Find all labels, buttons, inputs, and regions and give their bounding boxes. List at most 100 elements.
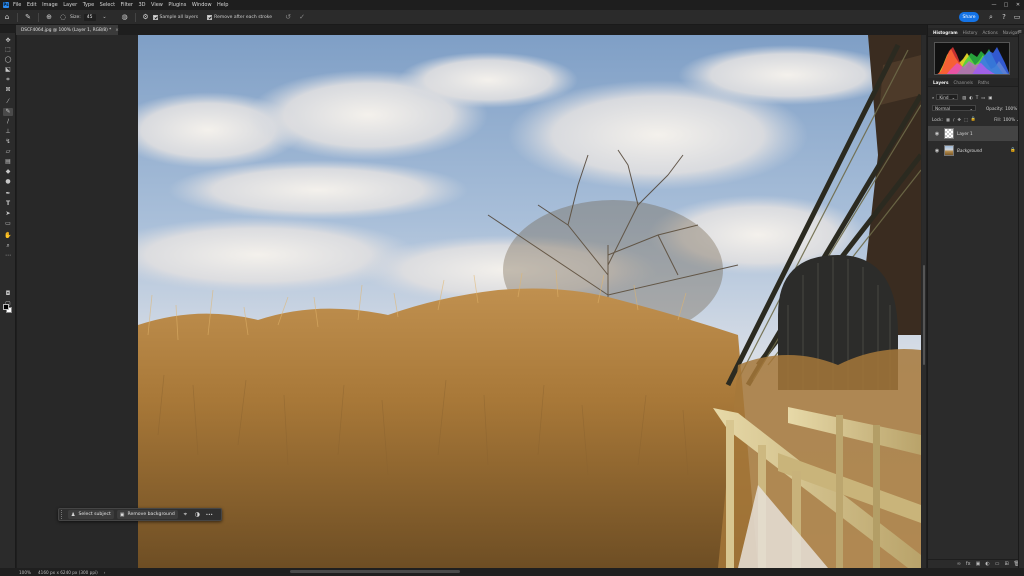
menu-image[interactable]: Image: [42, 2, 58, 8]
filter-type-icon[interactable]: T: [976, 95, 979, 100]
type-tool-icon[interactable]: T: [3, 200, 13, 208]
opacity-value[interactable]: 100%: [1005, 106, 1017, 111]
tab-navigator[interactable]: Navigat: [1003, 30, 1019, 35]
remove-after-stroke-checkbox[interactable]: [207, 14, 213, 20]
path-selection-tool-icon[interactable]: ➤: [3, 210, 13, 218]
pressure-size-icon[interactable]: ◍: [120, 12, 130, 22]
menu-view[interactable]: View: [151, 2, 163, 8]
remove-tool-icon[interactable]: ✎: [3, 108, 13, 116]
object-selection-tool-icon[interactable]: ⬕: [3, 66, 13, 74]
new-layer-icon[interactable]: ⊞: [1004, 561, 1008, 567]
menu-layer[interactable]: Layer: [63, 2, 77, 8]
adjustment-icon[interactable]: ◑: [193, 510, 202, 519]
menu-edit[interactable]: Edit: [27, 2, 37, 8]
lasso-tool-icon[interactable]: ◯: [3, 56, 13, 64]
eraser-tool-icon[interactable]: ▱: [3, 148, 13, 156]
clone-stamp-tool-icon[interactable]: ⊥: [3, 128, 13, 136]
menu-window[interactable]: Window: [192, 2, 212, 8]
brush-tool-icon[interactable]: ∕: [3, 118, 13, 126]
filter-adjustment-icon[interactable]: ◐: [969, 95, 973, 100]
menu-3d[interactable]: 3D: [139, 2, 146, 8]
filter-shape-icon[interactable]: ▭: [981, 95, 985, 100]
eye-icon[interactable]: ◉: [934, 131, 940, 137]
checkmark-icon[interactable]: ✓: [297, 12, 307, 22]
image-canvas[interactable]: [138, 35, 921, 568]
eye-icon[interactable]: ◉: [934, 148, 940, 154]
tab-paths[interactable]: Paths: [978, 80, 989, 85]
menu-select[interactable]: Select: [100, 2, 115, 8]
hand-tool-icon[interactable]: ✋: [3, 232, 13, 240]
brush-add-icon[interactable]: ⊕: [44, 12, 54, 22]
foreground-color-swatch[interactable]: [3, 304, 9, 310]
vertical-scrollbar[interactable]: [922, 35, 926, 568]
status-arrow-icon[interactable]: ›: [104, 570, 106, 575]
menu-help[interactable]: Help: [217, 2, 228, 8]
remove-after-stroke-option[interactable]: Remove after each stroke: [207, 14, 275, 20]
dodge-tool-icon[interactable]: ●: [3, 178, 13, 186]
menu-type[interactable]: Type: [83, 2, 94, 8]
layer-mask-icon[interactable]: ▣: [976, 561, 981, 567]
lock-all-icon[interactable]: 🔒: [971, 116, 976, 122]
lock-transparent-icon[interactable]: ▦: [946, 117, 950, 122]
close-window-icon[interactable]: ✕: [1012, 0, 1024, 9]
tab-actions[interactable]: Actions: [982, 30, 997, 35]
brush-subtract-icon[interactable]: ◌: [58, 12, 68, 22]
move-tool-icon[interactable]: ✥: [3, 37, 13, 45]
filter-pixel-icon[interactable]: ▨: [962, 95, 966, 100]
chevron-down-icon[interactable]: ⌄: [100, 12, 110, 22]
quick-mask-icon[interactable]: ◘: [3, 290, 13, 298]
crop-tool-icon[interactable]: ⌗: [3, 76, 13, 84]
home-icon[interactable]: ⌂: [2, 12, 12, 22]
gear-icon[interactable]: ⚙: [141, 12, 151, 22]
scrollbar-thumb[interactable]: [923, 265, 925, 365]
minimize-icon[interactable]: —: [988, 0, 1000, 9]
remove-background-button[interactable]: ▣ Remove background: [116, 510, 178, 519]
sample-all-layers-option[interactable]: Sample all layers: [152, 14, 202, 20]
remove-tool-preset-icon[interactable]: ✎: [23, 12, 33, 22]
maximize-icon[interactable]: □: [1000, 0, 1012, 9]
select-subject-button[interactable]: ♟ Select subject: [68, 510, 114, 519]
horizontal-scrollbar[interactable]: [290, 570, 460, 573]
more-options-icon[interactable]: •••: [205, 510, 214, 519]
menu-filter[interactable]: Filter: [121, 2, 133, 8]
new-group-icon[interactable]: ▭: [995, 561, 1000, 567]
filter-smart-object-icon[interactable]: ▣: [988, 95, 992, 100]
lock-image-icon[interactable]: ∕: [953, 117, 954, 122]
lock-position-icon[interactable]: ✥: [957, 117, 961, 122]
blur-tool-icon[interactable]: ◆: [3, 168, 13, 176]
fill-value[interactable]: 100%: [1003, 117, 1015, 122]
menu-plugins[interactable]: Plugins: [168, 2, 186, 8]
pen-tool-icon[interactable]: ✒: [3, 190, 13, 198]
kind-filter-dropdown[interactable]: Kind ⌄: [936, 94, 959, 100]
history-brush-tool-icon[interactable]: ↯: [3, 138, 13, 146]
document-tab[interactable]: DSCF4064.jpg @ 100% (Layer 1, RGB/8) * ×: [16, 25, 119, 35]
frame-tool-icon[interactable]: ⊠: [3, 86, 13, 94]
close-tab-icon[interactable]: ×: [115, 28, 119, 33]
sample-all-layers-checkbox[interactable]: [152, 14, 158, 20]
eyedropper-tool-icon[interactable]: ⁄: [3, 98, 13, 106]
transform-icon[interactable]: ⌖: [181, 510, 190, 519]
zoom-tool-icon[interactable]: ⌕: [3, 242, 13, 250]
tab-history[interactable]: History: [963, 30, 978, 35]
fx-icon[interactable]: fx: [966, 561, 971, 567]
size-input[interactable]: 45: [83, 13, 96, 21]
adjustment-layer-icon[interactable]: ◐: [985, 561, 989, 567]
tab-channels[interactable]: Channels: [954, 80, 973, 85]
help-icon[interactable]: ?: [999, 12, 1009, 22]
zoom-level[interactable]: 100%: [19, 570, 31, 575]
marquee-tool-icon[interactable]: ⬚: [3, 46, 13, 54]
undo-icon[interactable]: ↺: [283, 12, 293, 22]
layer-row-background[interactable]: ◉ Background 🔒: [928, 143, 1024, 158]
blend-mode-dropdown[interactable]: Normal ⌄: [932, 105, 976, 111]
share-button[interactable]: Share: [959, 12, 979, 22]
rectangle-tool-icon[interactable]: ▭: [3, 220, 13, 228]
layer-row-layer-1[interactable]: ◉ Layer 1: [928, 126, 1024, 141]
more-tools-icon[interactable]: ⋯: [3, 252, 13, 260]
lock-artboard-icon[interactable]: ⬚: [964, 117, 968, 122]
search-icon[interactable]: ⌕: [986, 12, 996, 22]
gradient-tool-icon[interactable]: ▤: [3, 158, 13, 166]
link-layers-icon[interactable]: ∞: [957, 561, 961, 567]
drag-handle[interactable]: [61, 510, 65, 519]
tab-layers[interactable]: Layers: [933, 80, 949, 85]
tab-histogram[interactable]: Histogram: [933, 30, 958, 35]
